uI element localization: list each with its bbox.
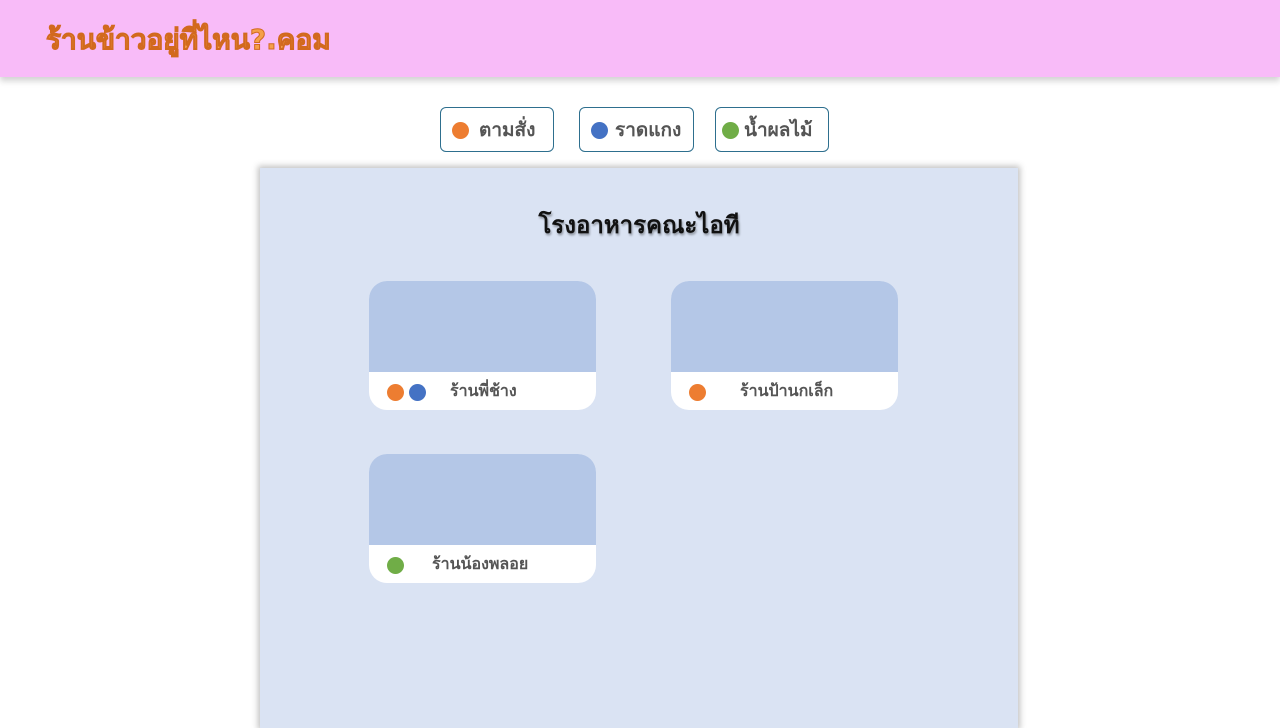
orange-dot-icon — [689, 384, 706, 401]
shop-name: ร้านพี่ช้าง — [450, 381, 517, 400]
blue-dot-icon — [591, 122, 608, 139]
shop-card[interactable]: ร้านป้านกเล็ก — [671, 281, 898, 410]
green-dot-icon — [387, 557, 404, 574]
shop-image-placeholder — [369, 281, 596, 372]
shop-name: ร้านน้องพลอย — [432, 554, 529, 573]
green-dot-icon — [722, 122, 739, 139]
shop-card[interactable]: ร้านน้องพลอย — [369, 454, 596, 583]
shop-image-placeholder — [671, 281, 898, 372]
orange-dot-icon — [452, 122, 469, 139]
shop-card[interactable]: ร้านพี่ช้าง — [369, 281, 596, 410]
filter-label: ราดแกง — [615, 119, 682, 141]
canteen-title: โรงอาหารคณะไอที — [538, 211, 740, 239]
shop-image-placeholder — [369, 454, 596, 545]
orange-dot-icon — [387, 384, 404, 401]
filter-label: ตามสั่ง — [479, 119, 536, 141]
canteen-panel: โรงอาหารคณะไอที ร้านพี่ช้าง ร้านป้านกเล็… — [260, 168, 1018, 728]
filter-button-tamsang[interactable]: ตามสั่ง — [440, 107, 554, 152]
site-logo[interactable]: ร้านข้าวอยู่ที่ไหน?.คอม — [46, 20, 332, 60]
shop-name: ร้านป้านกเล็ก — [740, 381, 834, 400]
filter-button-radgaeng[interactable]: ราดแกง — [579, 107, 694, 152]
filter-label: น้ำผลไม้ — [744, 119, 813, 141]
filter-button-juice[interactable]: น้ำผลไม้ — [715, 107, 829, 152]
site-header: ร้านข้าวอยู่ที่ไหน?.คอม — [0, 0, 1280, 77]
blue-dot-icon — [409, 384, 426, 401]
